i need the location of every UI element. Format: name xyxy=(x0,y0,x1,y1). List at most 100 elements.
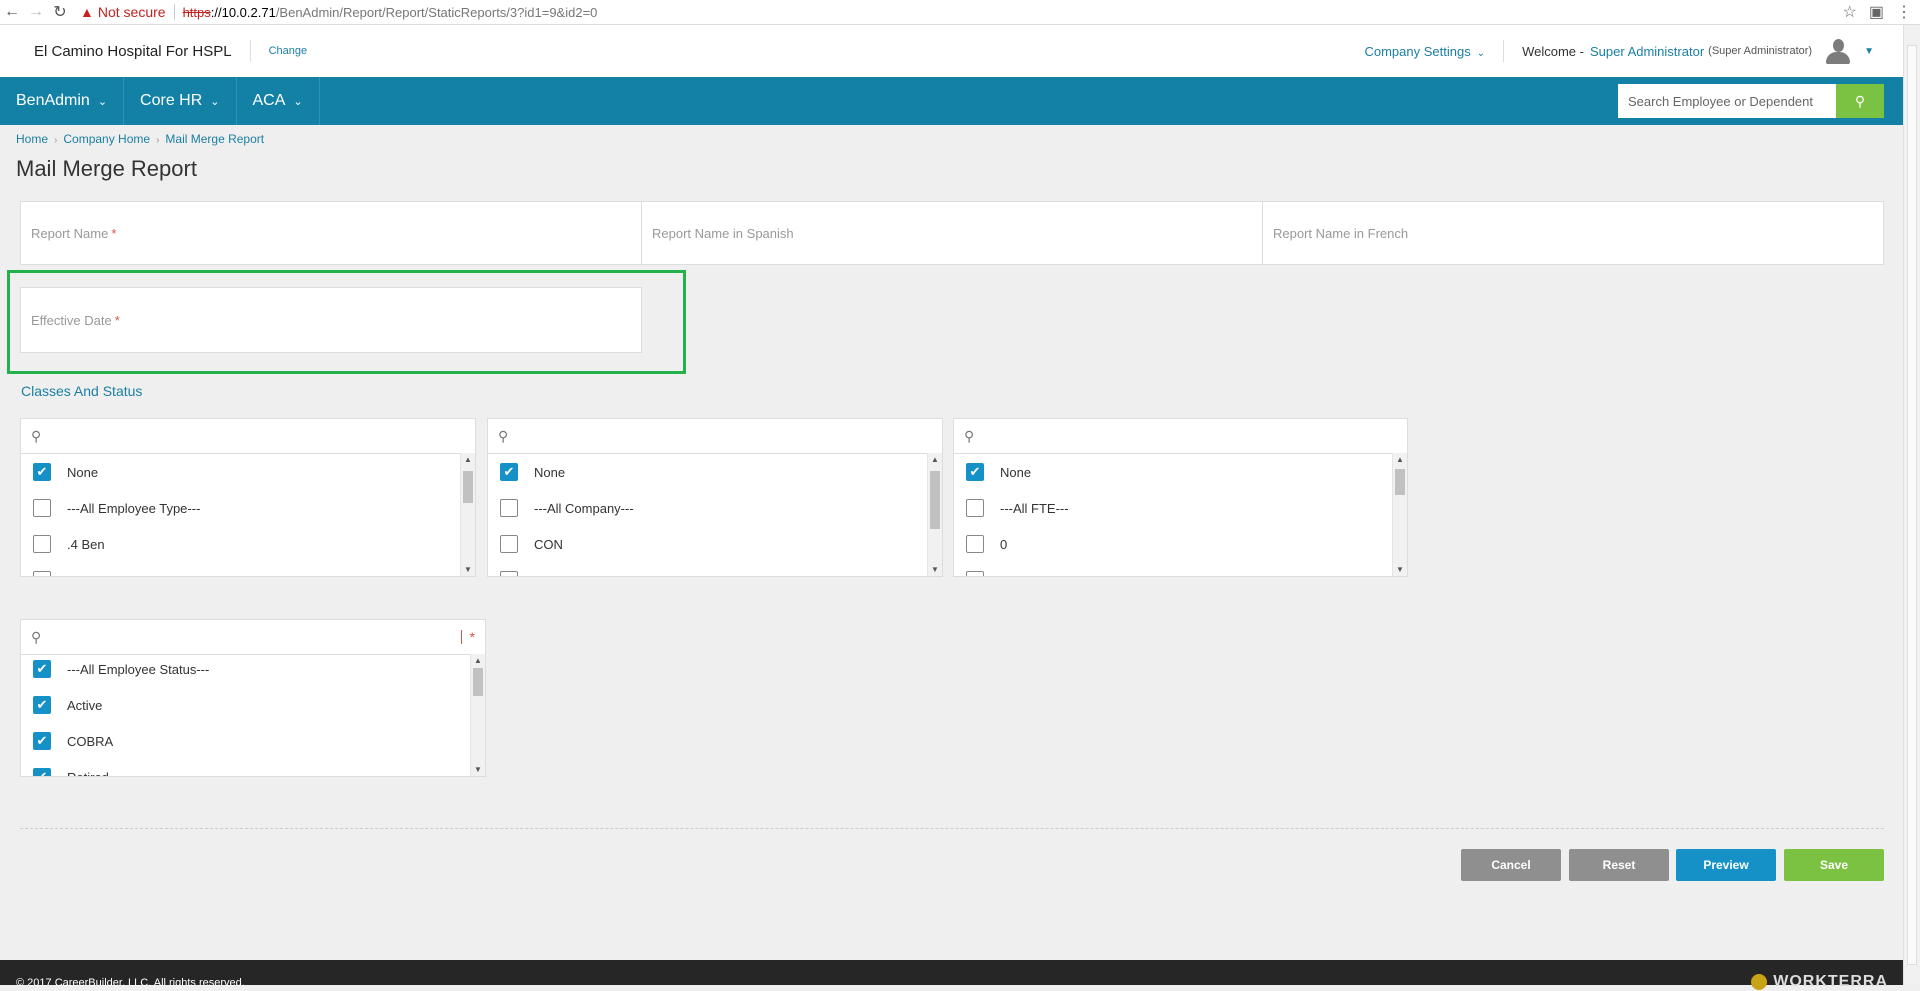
list-item[interactable]: ✔ None xyxy=(488,454,942,490)
checkbox[interactable] xyxy=(966,499,984,517)
checkbox[interactable] xyxy=(966,571,984,576)
list-item[interactable]: ✔ ---All Employee Status--- xyxy=(21,651,485,687)
company-settings-label: Company Settings xyxy=(1364,43,1471,59)
employee-type-list: ⚲ ✔None---All Employee Type---.4 BenACA … xyxy=(20,418,476,577)
search-icon: ⚲ xyxy=(31,628,42,645)
employee-status-search[interactable]: ⚲ * xyxy=(21,620,485,655)
breadcrumb-company-home[interactable]: Company Home xyxy=(63,132,150,146)
avatar[interactable] xyxy=(1824,37,1852,65)
scroll-thumb[interactable] xyxy=(463,471,473,503)
reset-button[interactable]: Reset xyxy=(1569,849,1669,881)
scrollbar[interactable]: ▲ ▼ xyxy=(460,453,475,576)
nav-benadmin[interactable]: BenAdmin ⌄ xyxy=(0,77,125,125)
required-indicator: * xyxy=(460,629,475,645)
preview-button[interactable]: Preview xyxy=(1676,849,1776,881)
list-item-label: Active xyxy=(67,697,103,713)
employee-type-search[interactable]: ⚲ xyxy=(21,419,475,454)
list-item[interactable]: ✔ Retired xyxy=(21,759,485,776)
breadcrumb-home[interactable]: Home xyxy=(16,132,48,146)
scroll-up-icon[interactable]: ▲ xyxy=(461,455,475,464)
extension-icon[interactable]: ▣ xyxy=(1869,2,1884,22)
report-name-label: Report Name xyxy=(31,225,109,241)
checkbox[interactable]: ✔ xyxy=(33,732,51,750)
warning-icon: ▲ xyxy=(80,4,94,20)
divider xyxy=(20,828,1884,829)
report-name-field[interactable]: Report Name * xyxy=(21,202,642,264)
scroll-up-icon[interactable]: ▲ xyxy=(471,656,485,665)
list-item[interactable]: ---All Employee Type--- xyxy=(21,490,475,526)
list-item[interactable]: CON xyxy=(488,526,942,562)
forward-icon[interactable]: → xyxy=(24,3,48,21)
scroll-thumb[interactable] xyxy=(1907,45,1917,965)
checkbox[interactable] xyxy=(500,499,518,517)
search-button[interactable]: ⚲ xyxy=(1836,84,1884,118)
effective-date-field[interactable]: Effective Date * xyxy=(20,287,642,353)
menu-icon[interactable]: ⋮ xyxy=(1896,2,1912,22)
scrollbar[interactable]: ▲ ▼ xyxy=(927,453,942,576)
address-bar[interactable]: https://10.0.2.71/BenAdmin/Report/Report… xyxy=(183,5,598,20)
page-scrollbar[interactable] xyxy=(1903,25,1920,985)
list-item-label: 0.4 xyxy=(1000,573,1018,577)
checkbox[interactable]: ✔ xyxy=(966,463,984,481)
checkbox[interactable]: ✔ xyxy=(500,463,518,481)
brand-name: WORKTERRA xyxy=(1773,973,1888,990)
list-item-label: COBRA xyxy=(67,733,114,749)
list-item[interactable]: ✔ None xyxy=(21,454,475,490)
company-settings-menu[interactable]: Company Settings ⌄ xyxy=(1364,44,1485,59)
checkbox[interactable]: ✔ xyxy=(33,696,51,714)
scroll-down-icon[interactable]: ▼ xyxy=(471,765,485,774)
list-item[interactable]: .4 Ben xyxy=(21,526,475,562)
list-item[interactable]: ---All Company--- xyxy=(488,490,942,526)
nav-core-hr[interactable]: Core HR ⌄ xyxy=(124,77,237,125)
scroll-down-icon[interactable]: ▼ xyxy=(928,565,942,574)
chevron-right-icon: › xyxy=(54,135,58,146)
employee-search: ⚲ xyxy=(1618,84,1884,118)
nav-aca[interactable]: ACA ⌄ xyxy=(237,77,320,125)
cancel-button[interactable]: Cancel xyxy=(1461,849,1561,881)
security-label[interactable]: Not secure xyxy=(98,4,166,20)
scrollbar[interactable]: ▲ ▼ xyxy=(1392,453,1407,576)
company-search[interactable]: ⚲ xyxy=(488,419,942,454)
report-name-french-field[interactable]: Report Name in French xyxy=(1263,202,1883,264)
list-item[interactable]: 0 xyxy=(954,526,1407,562)
list-item-label: 0 xyxy=(1000,536,1008,552)
list-item[interactable]: ✔ COBRA xyxy=(21,723,485,759)
scroll-down-icon[interactable]: ▼ xyxy=(461,565,475,574)
back-icon[interactable]: ← xyxy=(0,3,24,21)
scrollbar[interactable]: ▲ ▼ xyxy=(470,654,485,776)
breadcrumb-current[interactable]: Mail Merge Report xyxy=(165,132,264,146)
list-item[interactable]: 0.4 xyxy=(954,562,1407,577)
user-menu-caret-icon[interactable]: ▼ xyxy=(1864,46,1874,57)
scroll-down-icon[interactable]: ▼ xyxy=(1393,565,1407,574)
required-mark: * xyxy=(114,312,120,328)
scroll-thumb[interactable] xyxy=(930,471,940,529)
report-name-spanish-field[interactable]: Report Name in Spanish xyxy=(642,202,1263,264)
report-name-french-label: Report Name in French xyxy=(1273,225,1409,241)
checkbox[interactable] xyxy=(33,571,51,576)
user-name-link[interactable]: Super Administrator xyxy=(1590,44,1704,59)
checkbox[interactable] xyxy=(500,571,518,576)
footer: © 2017 CareerBuilder, LLC. All rights re… xyxy=(0,960,1904,990)
scroll-thumb[interactable] xyxy=(1395,469,1405,495)
list-item[interactable]: ✔ Active xyxy=(21,687,485,723)
list-item[interactable]: ✔ None xyxy=(954,454,1407,490)
save-button[interactable]: Save xyxy=(1784,849,1884,881)
checkbox[interactable] xyxy=(33,535,51,553)
scroll-up-icon[interactable]: ▲ xyxy=(1393,455,1407,464)
list-item[interactable]: ECH xyxy=(488,562,942,576)
star-icon[interactable]: ☆ xyxy=(1843,2,1857,22)
checkbox[interactable]: ✔ xyxy=(33,768,51,776)
fte-search[interactable]: ⚲ xyxy=(954,419,1407,454)
employee-search-input[interactable] xyxy=(1618,84,1836,118)
list-item[interactable]: ACA xyxy=(21,562,475,576)
checkbox[interactable]: ✔ xyxy=(33,660,51,678)
reload-icon[interactable]: ↻ xyxy=(48,2,72,22)
checkbox[interactable] xyxy=(966,535,984,553)
scroll-up-icon[interactable]: ▲ xyxy=(928,455,942,464)
checkbox[interactable]: ✔ xyxy=(33,463,51,481)
checkbox[interactable] xyxy=(500,535,518,553)
list-item[interactable]: ---All FTE--- xyxy=(954,490,1407,526)
checkbox[interactable] xyxy=(33,499,51,517)
scroll-thumb[interactable] xyxy=(473,668,483,696)
change-company-link[interactable]: Change xyxy=(269,45,308,57)
